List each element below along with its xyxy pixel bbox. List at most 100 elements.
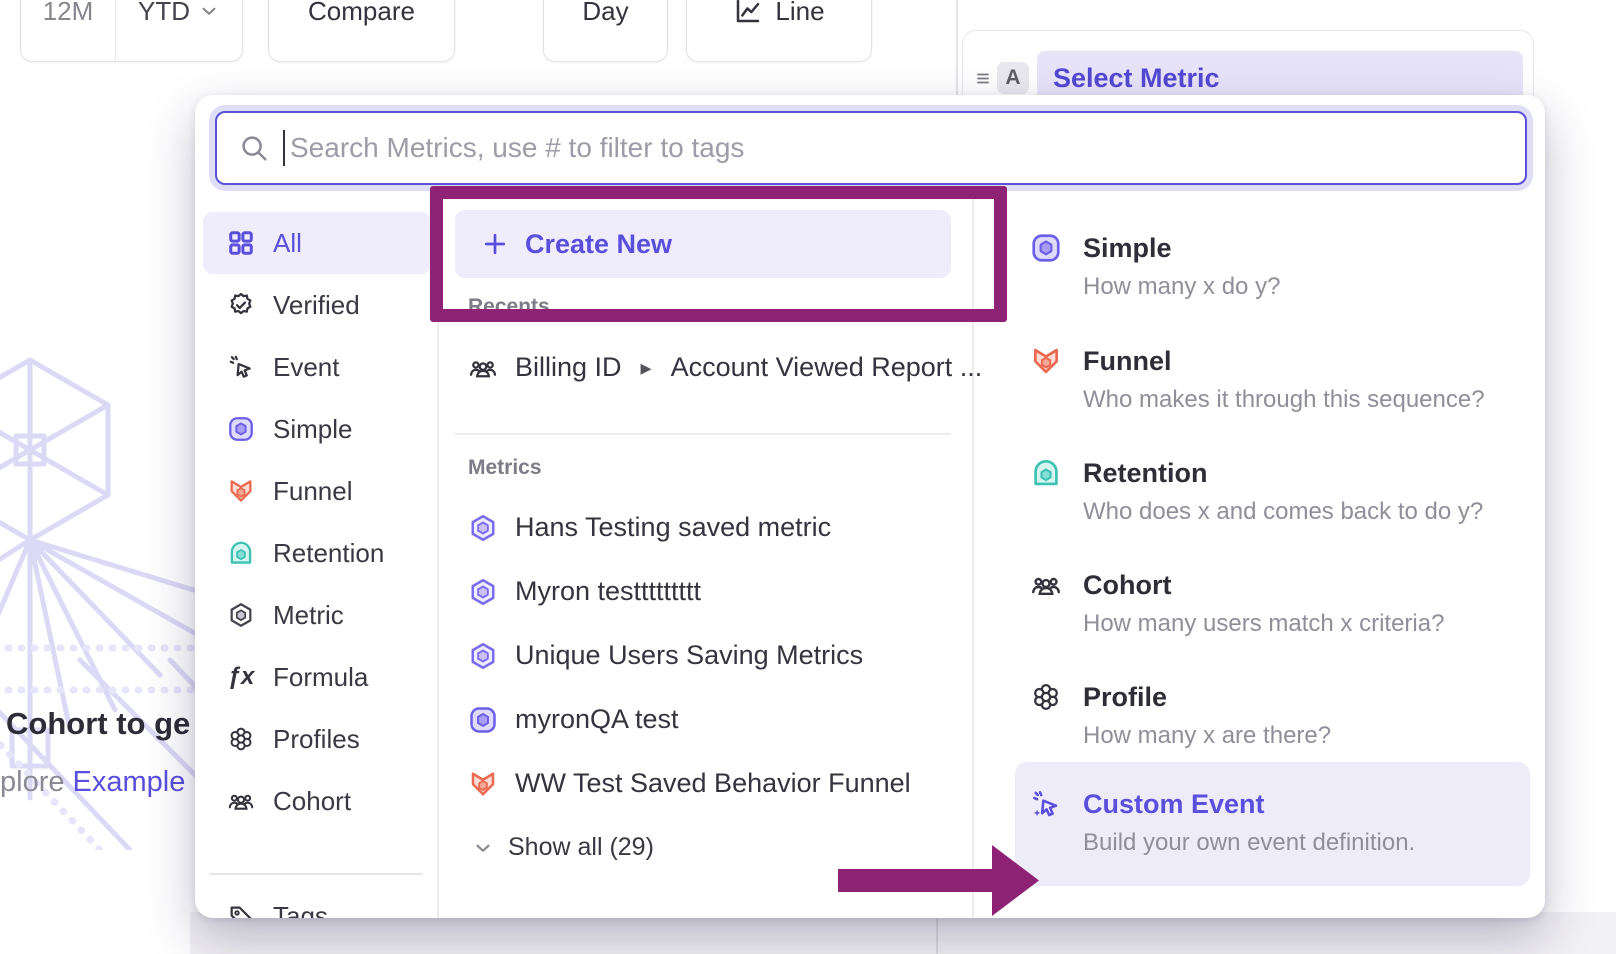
plus-icon <box>481 230 509 258</box>
sidebar-label: Retention <box>273 538 384 569</box>
type-desc: How many x do y? <box>1083 273 1530 301</box>
type-item-cohort[interactable]: Cohort How many users match x criteria? <box>1030 569 1530 638</box>
type-name: Custom Event <box>1083 789 1265 820</box>
sidebar-label: Metric <box>273 600 344 631</box>
type-name: Funnel <box>1083 346 1172 377</box>
metric-list-item[interactable]: myronQA test <box>468 704 679 735</box>
metric-list-item[interactable]: Unique Users Saving Metrics <box>468 640 863 671</box>
tag-icon <box>227 902 255 918</box>
create-new-label: Create New <box>525 229 672 260</box>
sidebar-item-simple[interactable]: Simple <box>203 398 431 460</box>
sidebar-item-verified[interactable]: Verified <box>203 274 431 336</box>
caret-right-icon: ▸ <box>641 355 652 381</box>
funnel-metric-icon <box>468 769 498 799</box>
sidebar-label: Cohort <box>273 786 351 817</box>
chevron-down-icon <box>472 837 494 859</box>
sidebar-label: Funnel <box>273 476 353 507</box>
metric-list-item[interactable]: Myron testtttttttt <box>468 576 701 607</box>
sidebar-label: Event <box>273 352 340 383</box>
sidebar-item-formula[interactable]: ƒx Formula <box>203 646 431 708</box>
example-link[interactable]: Example <box>73 766 186 798</box>
sidebar-item-all[interactable]: All <box>203 212 431 274</box>
simple-metric-icon <box>468 705 498 735</box>
metric-list-item[interactable]: Hans Testing saved metric <box>468 512 831 543</box>
column-divider-left <box>437 195 439 918</box>
recent-target: Account Viewed Report ... <box>671 352 983 383</box>
panel-divider-top <box>956 0 958 96</box>
cohort-people-icon <box>227 787 255 815</box>
background-subline: plore Example <box>0 766 185 799</box>
drag-handle-icon[interactable] <box>971 66 995 90</box>
recents-divider <box>455 433 950 435</box>
type-desc: Build your own event definition. <box>1083 829 1530 857</box>
sidebar-item-profiles[interactable]: Profiles <box>203 708 431 770</box>
type-name: Simple <box>1083 233 1172 264</box>
type-name: Retention <box>1083 458 1208 489</box>
metric-item-label: Unique Users Saving Metrics <box>515 640 863 671</box>
sidebar-item-tags[interactable]: Tags <box>203 885 431 918</box>
date-range-control: 12M YTD <box>20 0 243 62</box>
sidebar-item-funnel[interactable]: Funnel <box>203 460 431 522</box>
type-item-funnel[interactable]: Funnel Who makes it through this sequenc… <box>1030 345 1530 414</box>
type-item-custom-event[interactable]: Custom Event Build your own event defini… <box>1015 762 1530 886</box>
page-bottom-strip <box>190 912 1616 954</box>
sidebar-item-cohort[interactable]: Cohort <box>203 770 431 832</box>
retention-metric-icon <box>227 539 255 567</box>
chevron-down-icon <box>198 0 220 22</box>
sidebar-item-metric[interactable]: Metric <box>203 584 431 646</box>
subline-text-fragment: plore <box>0 766 73 798</box>
funnel-metric-icon <box>227 477 255 505</box>
recent-item-billing-id[interactable]: Billing ID ▸ Account Viewed Report ... <box>468 352 982 383</box>
search-input[interactable] <box>285 132 1525 164</box>
search-icon <box>239 133 269 163</box>
simple-metric-icon <box>227 415 255 443</box>
granularity-day-button[interactable]: Day <box>543 0 668 62</box>
range-ytd-label: YTD <box>138 0 190 27</box>
chart-type-line-button[interactable]: Line <box>686 0 872 62</box>
type-desc: How many x are there? <box>1083 722 1530 750</box>
sidebar-label: Simple <box>273 414 352 445</box>
select-metric-label: Select Metric <box>1053 63 1220 94</box>
type-desc: Who does x and comes back to do y? <box>1083 498 1530 526</box>
custom-event-cursor-icon <box>1030 788 1062 820</box>
metric-item-label: Myron testtttttttt <box>515 576 701 607</box>
simple-metric-icon <box>1030 232 1062 264</box>
sidebar-item-event[interactable]: Event <box>203 336 431 398</box>
range-ytd-button[interactable]: YTD <box>116 0 242 61</box>
funnel-metric-icon <box>1030 345 1062 377</box>
type-item-simple[interactable]: Simple How many x do y? <box>1030 232 1530 301</box>
column-divider-right <box>972 195 974 918</box>
sidebar-label: Verified <box>273 290 360 321</box>
metric-list-item[interactable]: WW Test Saved Behavior Funnel <box>468 768 911 799</box>
type-name: Cohort <box>1083 570 1171 601</box>
type-desc: Who makes it through this sequence? <box>1083 386 1530 414</box>
series-badge: A <box>997 62 1029 94</box>
background-headline-fragment: Cohort to ge <box>6 706 190 742</box>
show-all-toggle[interactable]: Show all (29) <box>472 833 654 862</box>
metric-picker-dialog: All Verified Event Simple Funnel Retenti… <box>195 95 1545 918</box>
type-desc: How many users match x criteria? <box>1083 610 1530 638</box>
day-label: Day <box>582 0 628 27</box>
metric-item-label: WW Test Saved Behavior Funnel <box>515 768 911 799</box>
compare-button[interactable]: Compare <box>268 0 455 62</box>
type-name: Profile <box>1083 682 1167 713</box>
sidebar-item-retention[interactable]: Retention <box>203 522 431 584</box>
formula-fx-icon: ƒx <box>227 663 255 691</box>
metric-item-label: myronQA test <box>515 704 679 735</box>
range-12m-button[interactable]: 12M <box>21 0 116 61</box>
compare-label: Compare <box>308 0 415 27</box>
line-chart-icon <box>733 0 763 26</box>
cohort-people-icon <box>1030 569 1062 601</box>
sidebar-divider <box>209 873 423 875</box>
profiles-cluster-icon <box>227 725 255 753</box>
create-new-button[interactable]: Create New <box>455 210 951 278</box>
type-item-retention[interactable]: Retention Who does x and comes back to d… <box>1030 457 1530 526</box>
cohort-people-icon <box>468 353 498 383</box>
recents-section-label: Recents <box>468 295 550 319</box>
recent-source: Billing ID <box>515 352 622 383</box>
saved-metric-hexagon-icon <box>468 577 498 607</box>
category-sidebar: All Verified Event Simple Funnel Retenti… <box>203 212 431 832</box>
line-label: Line <box>775 0 824 27</box>
type-item-profile[interactable]: Profile How many x are there? <box>1030 681 1530 750</box>
show-all-label: Show all (29) <box>508 833 654 862</box>
